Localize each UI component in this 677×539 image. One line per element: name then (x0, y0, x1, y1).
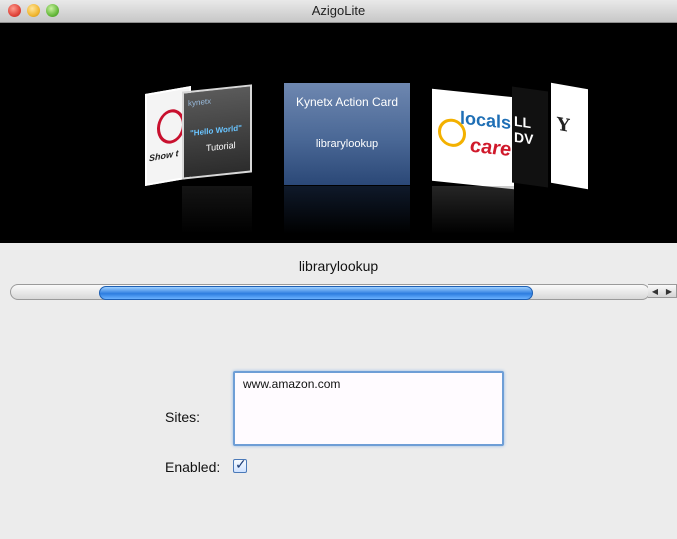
card-dark-text: LL DV (514, 112, 534, 148)
coverflow-scrollbar[interactable] (10, 284, 650, 300)
card-selected[interactable]: Kynetx Action Card librarylookup (284, 83, 410, 185)
card-dark[interactable]: LL DV (512, 86, 548, 188)
card-locals-care[interactable]: locals care (432, 88, 514, 190)
app-window: AzigoLite Show t kynetx "Hello World" Tu… (0, 0, 677, 539)
title-bar: AzigoLite (0, 0, 677, 23)
card-yahoo[interactable]: Y (551, 82, 588, 190)
card-show-logo (157, 107, 185, 146)
cover-flow[interactable]: Show t kynetx "Hello World" Tutorial Kyn… (0, 23, 677, 243)
scroll-left-icon[interactable]: ◀ (652, 287, 658, 296)
card-hello-reflection (182, 186, 252, 234)
card-hello-world[interactable]: kynetx "Hello World" Tutorial (182, 84, 252, 180)
card-hello-line1: kynetx (188, 96, 212, 109)
card-locals-reflection (432, 186, 514, 234)
card-yahoo-text: Y (557, 113, 570, 138)
sites-textarea[interactable]: www.amazon.com (233, 371, 504, 446)
card-selected-subtitle: librarylookup (315, 138, 379, 150)
card-locals-line2: care (470, 134, 512, 162)
enabled-checkbox[interactable]: ✓ (233, 456, 247, 473)
card-show-text: Show t (149, 148, 179, 164)
scrollbar-thumb[interactable] (99, 286, 533, 300)
enabled-label: Enabled: (165, 459, 221, 475)
sites-label: Sites: (165, 409, 201, 425)
scroll-right-icon[interactable]: ▶ (666, 287, 672, 296)
card-hello-line3: Tutorial (206, 140, 236, 154)
sites-value: www.amazon.com (243, 377, 341, 391)
card-hello-line2: "Hello World" (190, 123, 242, 138)
window-title: AzigoLite (311, 3, 366, 18)
checkmark-icon: ✓ (235, 456, 247, 472)
card-locals-line1: locals (460, 107, 512, 133)
selected-card-label: librarylookup (298, 258, 379, 274)
scrollbar-arrows[interactable]: ◀ ▶ (648, 284, 677, 298)
card-selected-title: Kynetx Action Card (295, 95, 399, 109)
card-selected-reflection (284, 186, 410, 234)
